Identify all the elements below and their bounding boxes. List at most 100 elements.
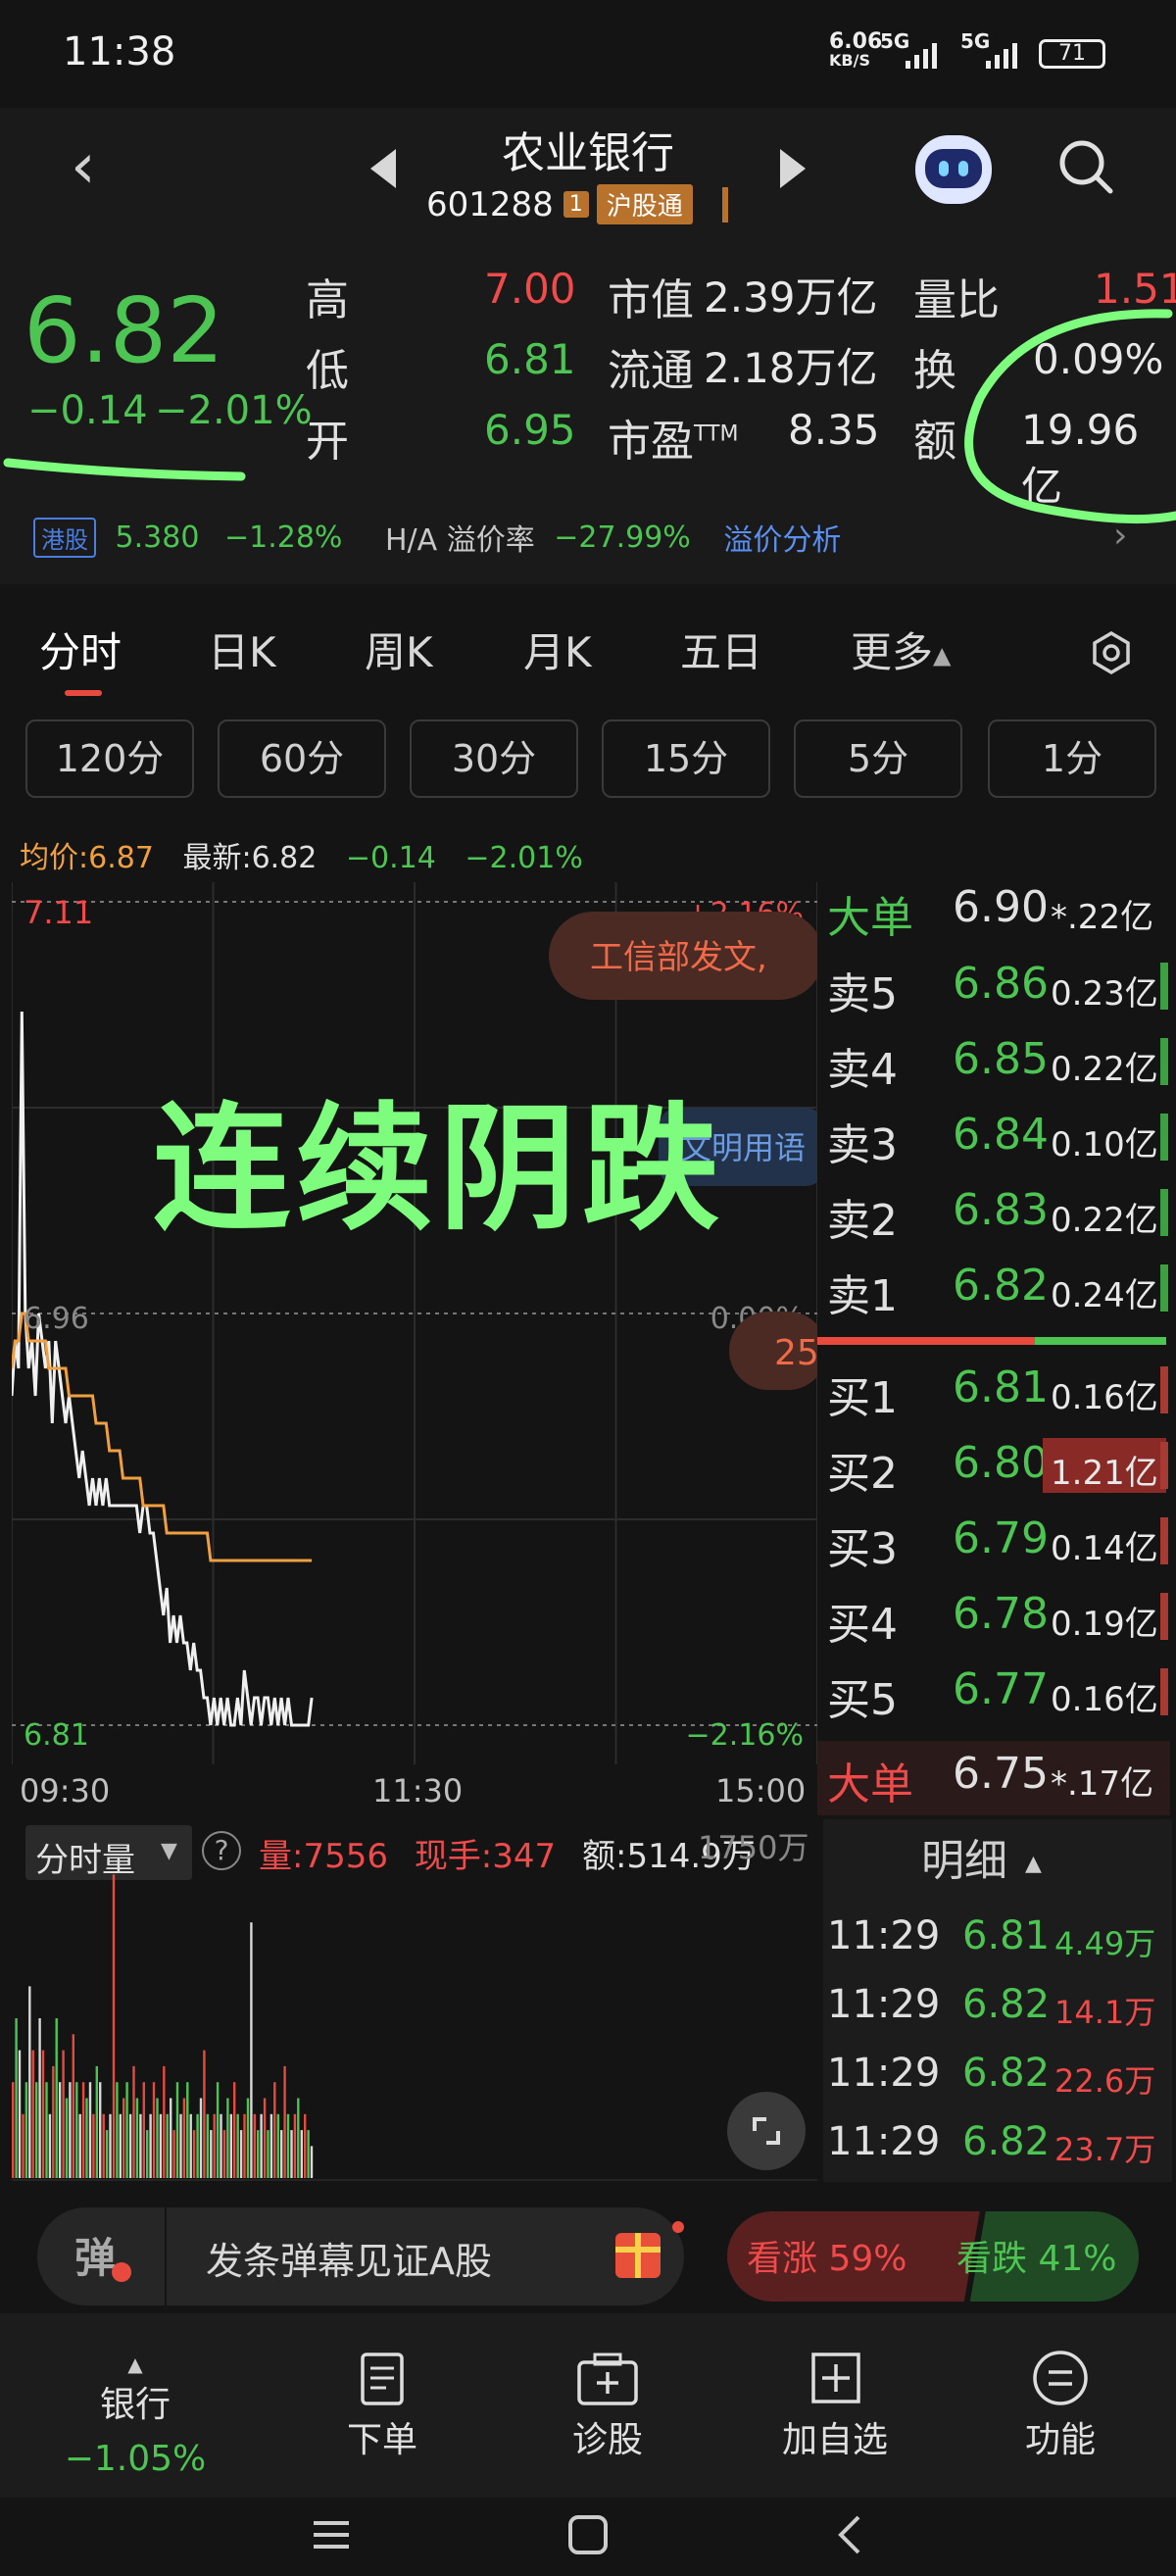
nav-order[interactable]: 下单: [284, 2349, 480, 2462]
ask-row[interactable]: 卖2 6.83 0.22亿: [817, 1175, 1170, 1250]
volume-bar: [62, 2050, 65, 2178]
detail-price: 6.81: [962, 1913, 1051, 1958]
interval-60[interactable]: 60分: [218, 719, 386, 798]
nav-diagnose[interactable]: 诊股: [510, 2349, 706, 2462]
diagnose-icon: [577, 2353, 638, 2405]
ask-row[interactable]: 卖3 6.84 0.10亿: [817, 1100, 1170, 1174]
gift-icon[interactable]: [615, 2233, 661, 2278]
interval-1[interactable]: 1分: [988, 719, 1156, 798]
bid-row[interactable]: 买1 6.81 0.16亿: [817, 1353, 1170, 1427]
avg-label: 均价:: [20, 841, 89, 875]
bid-depth-bar: [1160, 1366, 1168, 1413]
volume-bar: [109, 2113, 112, 2178]
vote-down-label[interactable]: 看跌 41%: [956, 2239, 1116, 2279]
interval-30[interactable]: 30分: [410, 719, 578, 798]
nav-diagnose-label: 诊股: [571, 2420, 643, 2460]
signal-2-icon: [986, 43, 1017, 69]
interval-5[interactable]: 5分: [794, 719, 962, 798]
volume-bar: [72, 2034, 74, 2178]
volume-bar: [253, 2113, 256, 2178]
bid-row[interactable]: 买5 6.77 0.16亿: [817, 1655, 1170, 1729]
triangle-up-icon: ▲: [933, 641, 952, 669]
volume-bar: [280, 2130, 283, 2178]
tab-more-label: 更多: [851, 628, 934, 676]
big-sell-price: 6.90: [953, 882, 1049, 932]
chart-grid: [12, 882, 817, 1764]
ask-row[interactable]: 卖1 6.82 0.24亿: [817, 1251, 1170, 1325]
volume-bar: [142, 2082, 145, 2178]
volume-bar: [38, 2018, 41, 2178]
notification-dot: [672, 2221, 684, 2233]
volume-bar: [31, 2050, 34, 2178]
volume-bar: [58, 2082, 62, 2178]
bid-row[interactable]: 买3 6.79 0.14亿: [817, 1504, 1170, 1578]
sector-item[interactable]: ▲ 银行 −1.05%: [37, 2353, 233, 2479]
tab-intraday[interactable]: 分时: [39, 619, 122, 679]
volume-bar: [220, 2113, 222, 2178]
sector-pct: −1.05%: [64, 2439, 207, 2479]
next-stock-button[interactable]: [780, 149, 806, 188]
nav-functions[interactable]: 功能: [962, 2349, 1158, 2462]
volume-bar: [132, 2065, 135, 2178]
volume-bars: [12, 1874, 314, 2178]
danmu-icon: 弹: [74, 2234, 117, 2282]
trade-detail-panel[interactable]: 明细 ▲ 11:29 6.81 4.49万 11:29 6.82 14.1万 11…: [823, 1819, 1172, 2182]
volume-bar: [55, 2018, 58, 2178]
volume-bar: [52, 2065, 55, 2178]
volume-bar: [216, 2082, 220, 2178]
bid-row[interactable]: 买2 6.80 1.21亿: [817, 1428, 1170, 1503]
tab-daily-k[interactable]: 日K: [208, 619, 276, 679]
detail-price: 6.82: [962, 2119, 1051, 2164]
sector-name: 银行: [99, 2385, 171, 2425]
net-speed-unit: KB/S: [829, 51, 870, 70]
volume-bar: [186, 2082, 189, 2178]
recent-apps-icon[interactable]: [310, 2513, 353, 2556]
bid-vol: 0.14亿: [1051, 1529, 1158, 1568]
home-icon[interactable]: [566, 2513, 610, 2556]
interval-15[interactable]: 15分: [602, 719, 770, 798]
active-tab-indicator: [65, 690, 102, 696]
detail-row: 11:29 6.82 14.1万: [823, 1976, 1172, 2039]
volume-bar: [12, 2082, 15, 2178]
ask-row[interactable]: 卖4 6.85 0.22亿: [817, 1024, 1170, 1099]
back-button[interactable]: ‹: [71, 135, 96, 198]
ask-label: 卖2: [827, 1196, 898, 1246]
nav-add-watchlist[interactable]: 加自选: [737, 2349, 933, 2462]
fullscreen-button[interactable]: [727, 2092, 806, 2170]
volume-bar: [22, 2113, 24, 2178]
interval-120[interactable]: 120分: [25, 719, 194, 798]
tab-more[interactable]: 更多▲: [851, 619, 951, 679]
volume-bar: [69, 2082, 72, 2178]
vote-up-label[interactable]: 看涨 59%: [747, 2239, 906, 2279]
bid-row[interactable]: 买4 6.78 0.19亿: [817, 1579, 1170, 1654]
detail-time: 11:29: [827, 1913, 941, 1958]
quote-panel: 6.82 −0.14 −2.01% 高 7.00 市值 2.39万亿 量比 1.…: [0, 241, 1176, 584]
assistant-robot-icon[interactable]: [915, 135, 992, 204]
volume-bar: [102, 2113, 105, 2178]
nav-functions-label: 功能: [1024, 2420, 1096, 2460]
tab-five-day[interactable]: 五日: [680, 619, 762, 679]
volume-bar: [257, 2130, 260, 2178]
ask-label: 卖3: [827, 1120, 898, 1170]
volume-bar: [293, 2113, 297, 2178]
volume-bar: [213, 2113, 216, 2178]
volume-bar: [260, 2113, 263, 2178]
settings-icon[interactable]: [1090, 631, 1133, 674]
tab-monthly-k[interactable]: 月K: [523, 619, 592, 679]
back-nav-icon[interactable]: [829, 2513, 872, 2556]
bid-price: 6.81: [953, 1362, 1049, 1412]
volume-bar: [105, 2130, 109, 2178]
search-icon[interactable]: [1056, 137, 1115, 196]
volume-bar: [81, 2082, 85, 2178]
tab-weekly-k[interactable]: 周K: [365, 619, 433, 679]
stock-tag-small: 1: [563, 191, 589, 218]
ask-depth-bar: [1160, 1189, 1168, 1236]
volume-bar: [310, 2146, 314, 2178]
volume-bar: [75, 2082, 78, 2178]
intraday-chart[interactable]: 7.11 +2.16% 6.96 0.00% 6.81 −2.16% 工信部发文…: [12, 882, 817, 1764]
volume-bar: [152, 2082, 156, 2178]
ask-row[interactable]: 卖5 6.86 0.23亿: [817, 949, 1170, 1023]
sentiment-vote[interactable]: 看涨 59% 看跌 41%: [727, 2211, 1139, 2302]
volume-bar: [119, 2113, 122, 2178]
danmu-bar[interactable]: 弹 发条弹幕见证A股: [37, 2207, 684, 2305]
